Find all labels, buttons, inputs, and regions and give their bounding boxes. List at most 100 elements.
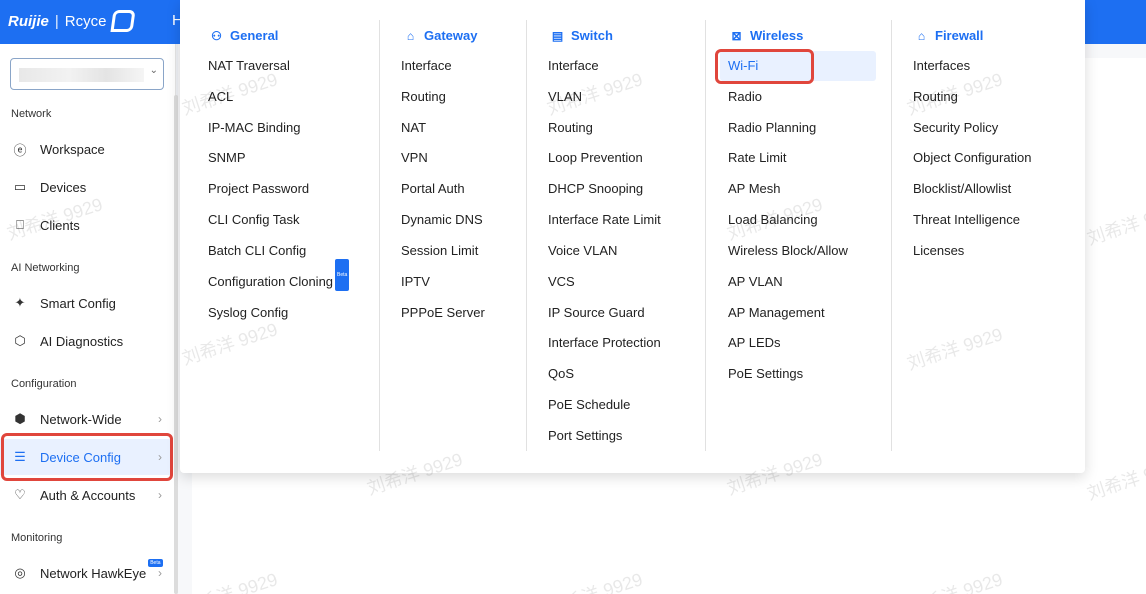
menu-item-configuration-cloning[interactable]: Configuration Cloning Beta bbox=[208, 259, 350, 297]
menu-item-wireless-block-allow[interactable]: Wireless Block/Allow bbox=[728, 236, 848, 266]
heading-label: Wireless bbox=[750, 28, 804, 43]
menu-item-loop-prevention[interactable]: Loop Prevention bbox=[548, 143, 643, 173]
menu-item-object-configuration[interactable]: Object Configuration bbox=[913, 143, 1032, 173]
project-name-blurred bbox=[19, 68, 144, 82]
sidebar-item-label: Clients bbox=[40, 217, 80, 233]
menu-item-ap-management[interactable]: AP Management bbox=[728, 298, 825, 328]
menu-item-syslog-config[interactable]: Syslog Config bbox=[208, 298, 288, 328]
menu-item-poe-schedule[interactable]: PoE Schedule bbox=[548, 390, 630, 420]
section-ai-networking: AI Networking bbox=[11, 262, 80, 274]
general-icon: ⚇ bbox=[211, 28, 222, 43]
wi-fi-highlight bbox=[715, 49, 814, 84]
heading-label: Firewall bbox=[935, 28, 984, 43]
network-wide-icon: ⬢ bbox=[14, 411, 26, 426]
menu-item-nat[interactable]: NAT bbox=[401, 113, 426, 143]
sidebar-item-label: Network HawkEye bbox=[40, 565, 147, 581]
sidebar-item-devices[interactable]: ▭ Devices bbox=[0, 169, 172, 205]
menu-item-radio[interactable]: Radio bbox=[728, 82, 762, 112]
menu-column-wireless: ⊠ Wireless Wi-Fi Radio Radio Planning Ra… bbox=[706, 20, 892, 451]
menu-item-snmp[interactable]: SNMP bbox=[208, 143, 246, 173]
menu-item-ap-mesh[interactable]: AP Mesh bbox=[728, 174, 781, 204]
menu-item-pppoe-server[interactable]: PPPoE Server bbox=[401, 298, 485, 328]
menu-item-nat-traversal[interactable]: NAT Traversal bbox=[208, 51, 290, 81]
sidebar-item-network-wide[interactable]: ⬢ Network-Wide › bbox=[0, 401, 172, 437]
devices-icon: ▭ bbox=[13, 179, 27, 194]
menu-item-interface-rate-limit[interactable]: Interface Rate Limit bbox=[548, 205, 661, 235]
menu-item-cli-config-task[interactable]: CLI Config Task bbox=[208, 205, 300, 235]
menu-item-sw-interface[interactable]: Interface bbox=[548, 51, 599, 81]
menu-heading-general: ⚇ General bbox=[208, 28, 278, 43]
menu-item-qos[interactable]: QoS bbox=[548, 359, 574, 389]
sidebar-item-label: Smart Config bbox=[40, 295, 116, 311]
menu-heading-gateway: ⌂ Gateway bbox=[402, 28, 478, 43]
menu-item-security-policy[interactable]: Security Policy bbox=[913, 113, 998, 143]
menu-item-radio-planning[interactable]: Radio Planning bbox=[728, 113, 816, 143]
sidebar-item-clients[interactable]: ⎕ Clients bbox=[0, 207, 172, 243]
device-config-highlight bbox=[1, 433, 173, 481]
brand-mark-icon bbox=[110, 10, 136, 32]
menu-item-sw-routing[interactable]: Routing bbox=[548, 113, 593, 143]
menu-item-gw-routing[interactable]: Routing bbox=[401, 82, 446, 112]
menu-item-batch-cli-config[interactable]: Batch CLI Config bbox=[208, 236, 306, 266]
sidebar-item-smart-config[interactable]: ✦ Smart Config bbox=[0, 285, 172, 321]
menu-item-ip-source-guard[interactable]: IP Source Guard bbox=[548, 298, 645, 328]
menu-item-session-limit[interactable]: Session Limit bbox=[401, 236, 478, 266]
menu-heading-firewall: ⌂ Firewall bbox=[913, 28, 984, 43]
menu-column-gateway: ⌂ Gateway Interface Routing NAT VPN Port… bbox=[380, 20, 527, 451]
menu-item-threat-intelligence[interactable]: Threat Intelligence bbox=[913, 205, 1020, 235]
menu-column-firewall: ⌂ Firewall Interfaces Routing Security P… bbox=[892, 20, 1085, 451]
menu-item-label: Configuration Cloning bbox=[208, 274, 334, 289]
sidebar-item-auth-accounts[interactable]: ♡ Auth & Accounts › bbox=[0, 477, 172, 513]
heading-label: General bbox=[230, 28, 279, 43]
menu-item-interface-protection[interactable]: Interface Protection bbox=[548, 328, 661, 358]
heading-label: Gateway bbox=[424, 28, 478, 43]
heading-label: Switch bbox=[571, 28, 613, 43]
menu-item-acl[interactable]: ACL bbox=[208, 82, 233, 112]
device-config-menu: ⚇ General NAT Traversal ACL IP-MAC Bindi… bbox=[180, 0, 1085, 473]
menu-item-blocklist-allowlist[interactable]: Blocklist/Allowlist bbox=[913, 174, 1011, 204]
menu-column-switch: ▤ Switch Interface VLAN Routing Loop Pre… bbox=[527, 20, 706, 451]
menu-item-vlan[interactable]: VLAN bbox=[548, 82, 582, 112]
menu-item-ap-vlan[interactable]: AP VLAN bbox=[728, 267, 783, 297]
menu-item-load-balancing[interactable]: Load Balancing bbox=[728, 205, 818, 235]
sidebar-item-label: Workspace bbox=[40, 141, 105, 157]
menu-item-rate-limit[interactable]: Rate Limit bbox=[728, 143, 787, 173]
menu-item-vcs[interactable]: VCS bbox=[548, 267, 575, 297]
brand-logo[interactable]: Ruijie | Rcyce bbox=[8, 10, 136, 32]
menu-item-ip-mac-binding[interactable]: IP-MAC Binding bbox=[208, 113, 300, 143]
sidebar-item-label: Devices bbox=[40, 179, 87, 195]
sidebar-item-network-hawkeye[interactable]: ◎ Network HawkEye Beta › bbox=[0, 555, 172, 591]
beta-badge: Beta bbox=[335, 259, 350, 291]
menu-item-licenses[interactable]: Licenses bbox=[913, 236, 964, 266]
menu-item-ap-leds[interactable]: AP LEDs bbox=[728, 328, 781, 358]
menu-item-vpn[interactable]: VPN bbox=[401, 143, 428, 173]
brand-sub: Rcyce bbox=[64, 12, 107, 30]
menu-item-interfaces[interactable]: Interfaces bbox=[913, 51, 970, 81]
section-configuration: Configuration bbox=[11, 378, 77, 390]
menu-item-gw-interface[interactable]: Interface bbox=[401, 51, 452, 81]
chevron-right-icon: › bbox=[158, 566, 162, 580]
wireless-icon: ⊠ bbox=[731, 28, 742, 43]
chevron-right-icon: › bbox=[158, 412, 162, 426]
project-select[interactable]: ⌄ bbox=[10, 58, 164, 90]
sidebar-item-ai-diagnostics[interactable]: ⬡ AI Diagnostics bbox=[0, 323, 172, 359]
smart-config-icon: ✦ bbox=[14, 295, 26, 310]
sidebar-scrollbar[interactable] bbox=[174, 95, 178, 594]
menu-item-voice-vlan[interactable]: Voice VLAN bbox=[548, 236, 617, 266]
menu-item-iptv[interactable]: IPTV bbox=[401, 267, 430, 297]
menu-item-dhcp-snooping[interactable]: DHCP Snooping bbox=[548, 174, 643, 204]
brand-name: Ruijie bbox=[8, 12, 49, 30]
menu-column-general: ⚇ General NAT Traversal ACL IP-MAC Bindi… bbox=[180, 20, 380, 451]
chevron-right-icon: › bbox=[158, 488, 162, 502]
hawkeye-icon: ◎ bbox=[14, 565, 26, 580]
menu-item-port-settings[interactable]: Port Settings bbox=[548, 421, 622, 451]
menu-item-portal-auth[interactable]: Portal Auth bbox=[401, 174, 465, 204]
menu-item-fw-routing[interactable]: Routing bbox=[913, 82, 958, 112]
menu-item-dynamic-dns[interactable]: Dynamic DNS bbox=[401, 205, 483, 235]
menu-heading-wireless: ⊠ Wireless bbox=[728, 28, 803, 43]
sidebar-item-workspace[interactable]: ⓔ Workspace bbox=[0, 131, 172, 167]
menu-item-project-password[interactable]: Project Password bbox=[208, 174, 309, 204]
brand-separator: | bbox=[54, 12, 59, 30]
menu-item-poe-settings[interactable]: PoE Settings bbox=[728, 359, 803, 389]
section-monitoring: Monitoring bbox=[11, 532, 63, 544]
